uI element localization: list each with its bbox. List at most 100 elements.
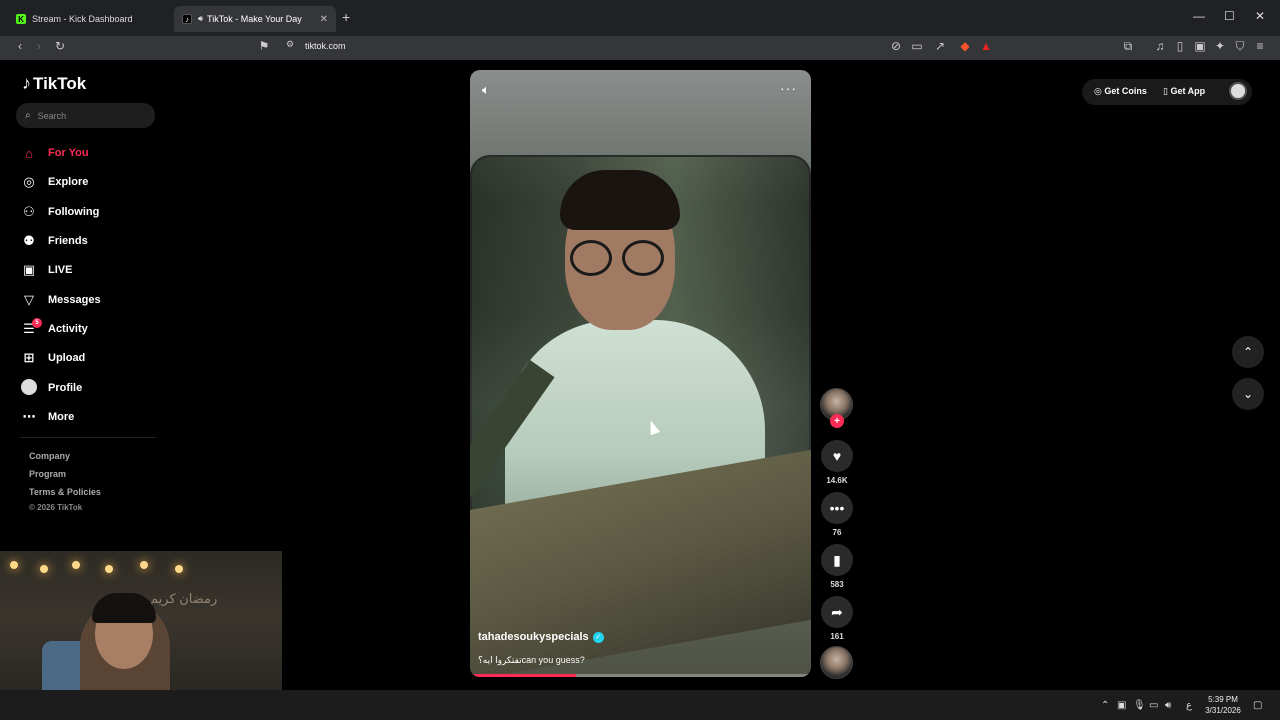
- tray-expand-icon[interactable]: ⌃: [1101, 700, 1109, 711]
- footer-copyright: © 2026 TikTok: [29, 503, 83, 512]
- sidebar-item-friends[interactable]: ⚉ Friends: [20, 229, 160, 253]
- user-avatar[interactable]: [1229, 82, 1247, 100]
- get-app-button[interactable]: ▯ Get App: [1163, 86, 1205, 97]
- compass-icon: ◎: [23, 174, 35, 189]
- close-window-button[interactable]: ✕: [1255, 9, 1265, 23]
- tab-title: TikTok - Make Your Day: [207, 14, 302, 24]
- like-button[interactable]: ♥: [821, 440, 853, 472]
- network-icon[interactable]: ▭: [1149, 700, 1158, 711]
- tiktok-logo[interactable]: ♪ TikTok: [22, 73, 86, 94]
- sidebar-item-more[interactable]: ⋯ More: [20, 405, 160, 429]
- sidebar-item-label: Profile: [48, 382, 83, 394]
- upload-icon: ⊞: [23, 350, 35, 365]
- brave-shield-icon[interactable]: ◆: [957, 39, 973, 53]
- sidebar-item-following[interactable]: ⚇ Following: [20, 200, 160, 224]
- author-name: tahadesoukyspecials: [478, 631, 589, 643]
- sidebar-item-label: Friends: [48, 235, 88, 247]
- comment-count: 76: [832, 528, 842, 537]
- message-icon: ▽: [24, 292, 34, 307]
- video-progress-fill: [470, 674, 576, 677]
- previous-video-button[interactable]: ⌃: [1232, 336, 1264, 368]
- site-info-icon[interactable]: ⚙: [282, 39, 298, 50]
- video-player[interactable]: 🔈︎ ··· tahadesoukyspecials ✓ تفتكروا ايه…: [470, 70, 811, 677]
- screenshot-icon[interactable]: ⧉: [1120, 39, 1136, 54]
- sidebar-item-profile[interactable]: Profile: [20, 376, 160, 400]
- media-icon[interactable]: ♫: [1152, 39, 1168, 53]
- get-coins-button[interactable]: ◎ Get Coins: [1094, 86, 1147, 97]
- clock-time: 5:39 PM: [1208, 695, 1238, 704]
- sidebar-item-upload[interactable]: ⊞ Upload: [20, 346, 160, 370]
- forward-icon[interactable]: ›: [31, 39, 47, 53]
- more-icon: ⋯: [22, 409, 36, 424]
- menu-icon[interactable]: ≡: [1252, 39, 1268, 53]
- mute-icon[interactable]: 🔈︎: [482, 82, 490, 98]
- chevron-down-icon: ⌄: [1242, 387, 1254, 401]
- video-person-glasses: [570, 240, 680, 278]
- follow-plus-icon[interactable]: +: [830, 414, 844, 428]
- comment-button[interactable]: •••: [821, 492, 853, 524]
- brave-rewards-icon[interactable]: ▲: [978, 39, 994, 53]
- taskbar-clock[interactable]: 5:39 PM 3/31/2026: [1200, 694, 1246, 716]
- next-video-button[interactable]: ⌄: [1232, 378, 1264, 410]
- sidebar-item-explore[interactable]: ◎ Explore: [20, 170, 160, 194]
- sidebar-item-label: Explore: [48, 176, 89, 188]
- video-more-icon[interactable]: ···: [780, 80, 797, 96]
- get-app-label: Get App: [1170, 86, 1206, 96]
- video-author[interactable]: tahadesoukyspecials ✓: [478, 631, 604, 643]
- maximize-button[interactable]: ☐: [1224, 9, 1235, 23]
- music-disc-avatar[interactable]: [820, 646, 853, 679]
- sidebar-divider: [20, 437, 156, 438]
- vpn-icon[interactable]: ⛉: [1232, 39, 1248, 54]
- get-coins-label: Get Coins: [1104, 86, 1147, 96]
- bookmark-icon[interactable]: ⚑: [256, 39, 272, 53]
- leo-ai-icon[interactable]: ✦: [1212, 39, 1228, 53]
- save-button[interactable]: ▮: [821, 544, 853, 576]
- footer-company-link[interactable]: Company: [29, 451, 70, 461]
- notifications-icon[interactable]: ▢: [1253, 700, 1262, 711]
- sidebar-toggle-icon[interactable]: ▯: [1172, 39, 1188, 53]
- share-count: 161: [830, 632, 844, 641]
- profile-icon: [20, 378, 38, 398]
- sidebar-item-label: Activity: [48, 323, 88, 335]
- sidebar-item-messages[interactable]: ▽ Messages: [20, 288, 160, 312]
- address-bar[interactable]: tiktok.com: [305, 41, 346, 51]
- tiktok-note-icon: ♪: [22, 73, 31, 93]
- sidebar-item-label: More: [48, 411, 75, 423]
- save-count: 583: [830, 580, 844, 589]
- language-indicator[interactable]: ع: [1186, 700, 1192, 711]
- tab-kick-dashboard[interactable]: K Stream - Kick Dashboard: [8, 6, 172, 32]
- no-tracking-icon[interactable]: ⊘: [888, 39, 904, 53]
- friends-icon: ⚉: [23, 233, 35, 248]
- live-icon: ▣: [22, 262, 36, 277]
- minimize-button[interactable]: —: [1193, 9, 1205, 23]
- kick-favicon-icon: K: [16, 14, 26, 24]
- tray-app-icon[interactable]: ▣: [1117, 700, 1126, 711]
- new-tab-button[interactable]: +: [342, 9, 350, 25]
- video-progress-bar[interactable]: [470, 674, 811, 677]
- reload-icon[interactable]: ↻: [52, 39, 68, 53]
- clock-date: 3/31/2026: [1205, 706, 1241, 715]
- back-icon[interactable]: ‹: [12, 39, 28, 53]
- tab-title: Stream - Kick Dashboard: [32, 14, 133, 24]
- wallet-icon[interactable]: ▣: [1192, 39, 1208, 53]
- volume-icon[interactable]: 🔊︎: [1165, 700, 1171, 711]
- bookmark-save-icon: ▮: [833, 551, 841, 568]
- share-icon[interactable]: ↗: [932, 39, 948, 53]
- sidebar-item-label: Messages: [48, 294, 101, 306]
- footer-terms-link[interactable]: Terms & Policies: [29, 487, 101, 497]
- footer-program-link[interactable]: Program: [29, 469, 66, 479]
- phone-icon: ▯: [1163, 86, 1168, 96]
- tiktok-favicon-icon: ♪: [182, 14, 192, 24]
- sidebar-item-live[interactable]: ▣ LIVE: [20, 258, 160, 282]
- tab-tiktok[interactable]: ♪ 🔊︎ TikTok - Make Your Day ✕: [174, 6, 336, 32]
- comment-icon: •••: [829, 500, 845, 516]
- microphone-icon[interactable]: 🎙︎: [1133, 700, 1146, 711]
- cast-icon[interactable]: ▭: [909, 39, 925, 53]
- close-tab-icon[interactable]: ✕: [320, 14, 328, 25]
- sidebar-item-for-you[interactable]: ⌂ For You: [20, 141, 160, 165]
- user-follow-icon: ⚇: [23, 204, 35, 219]
- sidebar-item-activity[interactable]: ☰ 5 Activity: [20, 317, 160, 341]
- heart-icon: ♥: [832, 448, 842, 464]
- search-input[interactable]: ⌕ Search: [16, 103, 155, 128]
- share-button[interactable]: ➦: [821, 596, 853, 628]
